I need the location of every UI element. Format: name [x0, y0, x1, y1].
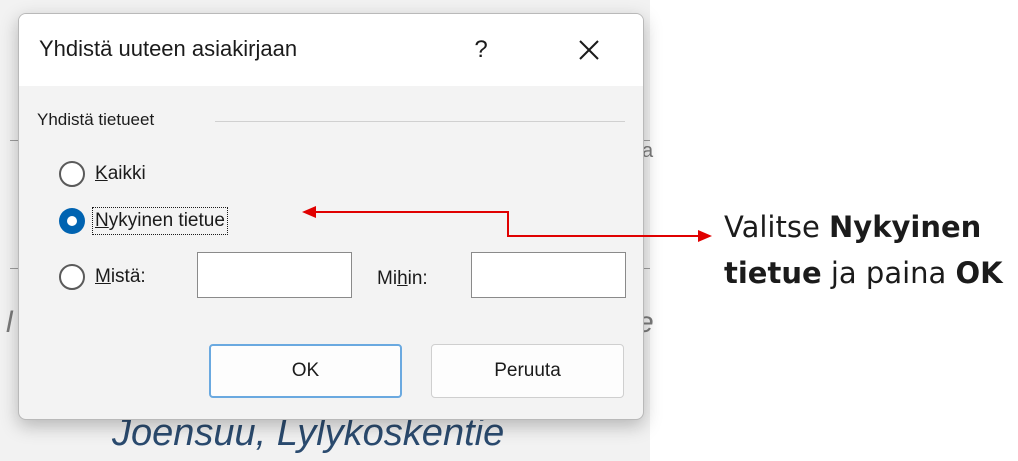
arrow-head-left [302, 206, 316, 218]
arrow-head-right [698, 230, 712, 242]
instruction-callout: Valitse Nykyinen tietue ja paina OK [724, 210, 1003, 290]
arrow-line [312, 211, 700, 237]
